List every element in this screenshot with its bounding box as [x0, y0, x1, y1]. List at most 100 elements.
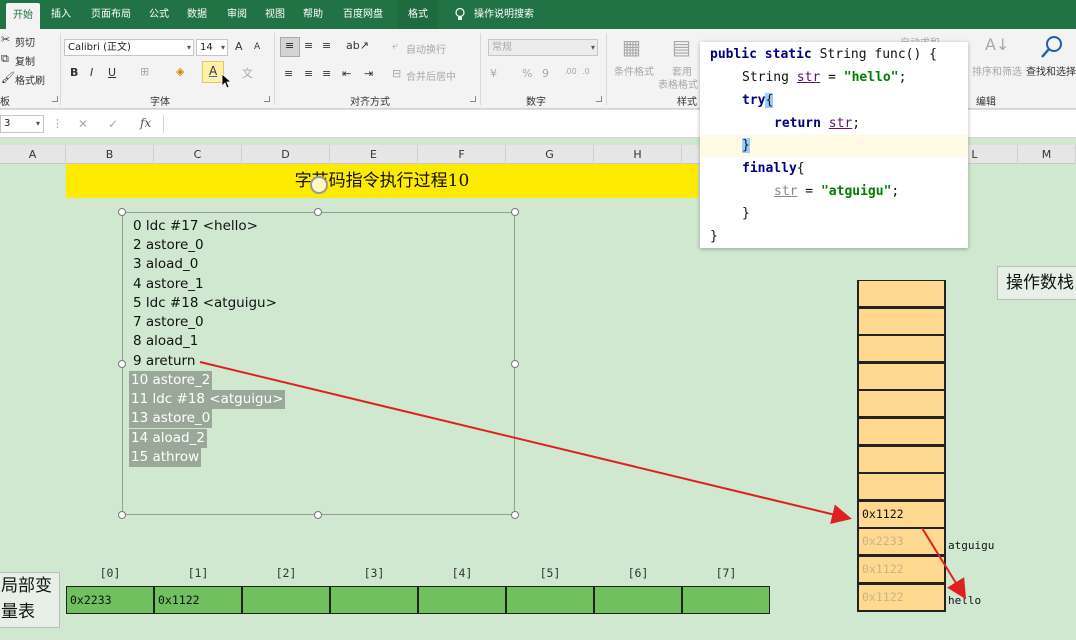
increase-decimal-icon[interactable]: .00: [564, 67, 577, 76]
resize-handle[interactable]: [511, 208, 519, 216]
column-header-f[interactable]: F: [418, 145, 506, 164]
local-variable-index: [5]: [539, 566, 561, 580]
sort-filter-icon: A↓: [985, 35, 1010, 54]
cut-button[interactable]: 剪切: [15, 34, 35, 49]
tell-me-search[interactable]: 操作说明搜索: [474, 0, 544, 29]
editing-group-label: 编辑: [976, 97, 996, 108]
tab-formulas[interactable]: 公式: [144, 0, 174, 29]
shrink-font-button[interactable]: A: [254, 42, 260, 52]
percent-button[interactable]: %: [522, 67, 532, 80]
increase-indent-icon[interactable]: ⇥: [364, 67, 373, 80]
align-right-icon[interactable]: ≡: [322, 67, 331, 80]
divider: [480, 33, 481, 105]
resize-handle[interactable]: [314, 208, 322, 216]
tab-insert[interactable]: 插入: [46, 0, 76, 29]
orientation-icon[interactable]: ab↗: [346, 39, 369, 52]
align-center-icon[interactable]: ≡: [304, 67, 313, 80]
column-header-m[interactable]: M: [1018, 145, 1076, 164]
rotate-handle-icon[interactable]: [310, 176, 328, 194]
column-header-c[interactable]: C: [154, 145, 242, 164]
operand-stack-slot: 0x1122: [857, 583, 946, 612]
local-variable-index: [3]: [363, 566, 385, 580]
alignment-group-label: 对齐方式: [350, 97, 390, 108]
copy-icon: ⧉: [1, 52, 9, 65]
align-left-icon[interactable]: ≡: [284, 67, 293, 80]
sort-filter-button[interactable]: 排序和筛选: [972, 63, 1022, 78]
local-variable-index: [7]: [715, 566, 737, 580]
bold-button[interactable]: B: [70, 66, 78, 79]
number-format-value: 常规: [492, 42, 512, 53]
tab-page-layout[interactable]: 页面布局: [84, 0, 138, 29]
currency-icon[interactable]: ¥: [490, 67, 497, 80]
tab-view[interactable]: 视图: [260, 0, 290, 29]
alignment-launcher-icon[interactable]: [470, 96, 476, 102]
local-variable-slot: [330, 586, 418, 614]
conditional-format-button[interactable]: 条件格式: [614, 63, 654, 78]
tab-home[interactable]: 开始: [6, 3, 40, 29]
format-painter-button[interactable]: 格式刷: [15, 72, 45, 87]
italic-button[interactable]: I: [90, 66, 93, 79]
font-size-select[interactable]: 14 ▾: [196, 39, 228, 56]
phonetic-icon[interactable]: 文: [242, 65, 253, 81]
format-table-line2[interactable]: 表格格式: [658, 76, 698, 91]
column-header-a[interactable]: A: [0, 145, 66, 164]
clipboard-launcher-icon[interactable]: [52, 96, 58, 102]
local-variable-slot: [242, 586, 330, 614]
source-line-9: }: [710, 229, 718, 244]
font-launcher-icon[interactable]: [264, 96, 270, 102]
font-name-select[interactable]: Calibri (正文) ▾: [64, 39, 194, 56]
align-bottom-icon[interactable]: ≡: [322, 39, 331, 52]
find-select-button[interactable]: 查找和选择: [1026, 63, 1076, 78]
name-box[interactable]: 3 ▾: [0, 115, 44, 133]
local-variable-label-line1: 局部变: [1, 576, 52, 596]
resize-handle[interactable]: [314, 511, 322, 519]
column-header-h[interactable]: H: [594, 145, 682, 164]
resize-handle[interactable]: [511, 360, 519, 368]
merge-center-button[interactable]: 合并后居中: [406, 68, 456, 83]
fill-color-icon[interactable]: ◈: [176, 65, 184, 78]
comma-button[interactable]: 9: [542, 67, 549, 80]
enter-icon[interactable]: ✓: [108, 117, 118, 131]
decrease-indent-icon[interactable]: ⇤: [342, 67, 351, 80]
font-name-value: Calibri (正文): [68, 42, 131, 53]
local-variable-table-label: 局部变 量表: [0, 572, 60, 628]
column-header-b[interactable]: B: [66, 145, 154, 164]
bytecode-instruction-highlighted: 15 athrow: [129, 448, 202, 467]
operand-stack-slot: [857, 473, 946, 502]
underline-button[interactable]: U: [108, 66, 116, 79]
lightbulb-icon: [455, 8, 465, 20]
column-header-d[interactable]: D: [242, 145, 330, 164]
tab-baidu-netdisk[interactable]: 百度网盘: [338, 0, 388, 29]
operand-stack-slot: [857, 280, 946, 308]
sheet-title-banner[interactable]: 字节码指令执行过程10: [66, 164, 698, 198]
wrap-text-button[interactable]: 自动换行: [406, 41, 446, 56]
tab-review[interactable]: 审阅: [222, 0, 252, 29]
tab-format[interactable]: 格式: [398, 0, 438, 29]
grow-font-button[interactable]: A: [235, 40, 243, 53]
tab-help[interactable]: 帮助: [298, 0, 328, 29]
copy-button[interactable]: 复制: [15, 53, 35, 68]
tab-data[interactable]: 数据: [182, 0, 212, 29]
border-icon[interactable]: ⊞: [140, 65, 149, 78]
operand-stack-slot: [857, 307, 946, 336]
formula-input[interactable]: [163, 115, 703, 133]
number-format-select[interactable]: 常规 ▾: [488, 39, 598, 56]
bytecode-instruction-highlighted: 13 astore_0: [129, 409, 213, 428]
operand-stack-slot: 0x2233: [857, 528, 946, 557]
decrease-decimal-icon[interactable]: .0: [582, 67, 590, 76]
resize-handle[interactable]: [118, 208, 126, 216]
ribbon-tab-bar: 开始 插入 页面布局 公式 数据 审阅 视图 帮助 百度网盘 格式 操作说明搜索: [0, 0, 1076, 29]
align-top-button[interactable]: ≡: [280, 37, 300, 57]
local-variable-label-line2: 量表: [1, 602, 35, 622]
column-header-e[interactable]: E: [330, 145, 418, 164]
column-header-g[interactable]: G: [506, 145, 594, 164]
resize-handle[interactable]: [118, 511, 126, 519]
resize-handle[interactable]: [511, 511, 519, 519]
resize-handle[interactable]: [118, 360, 126, 368]
insert-function-button[interactable]: fx: [140, 116, 151, 130]
format-table-icon: ▤: [672, 35, 691, 59]
cancel-icon[interactable]: ✕: [78, 117, 88, 131]
align-middle-icon[interactable]: ≡: [304, 39, 313, 52]
number-launcher-icon[interactable]: [596, 96, 602, 102]
source-line-2: String str = "hello";: [742, 70, 907, 85]
